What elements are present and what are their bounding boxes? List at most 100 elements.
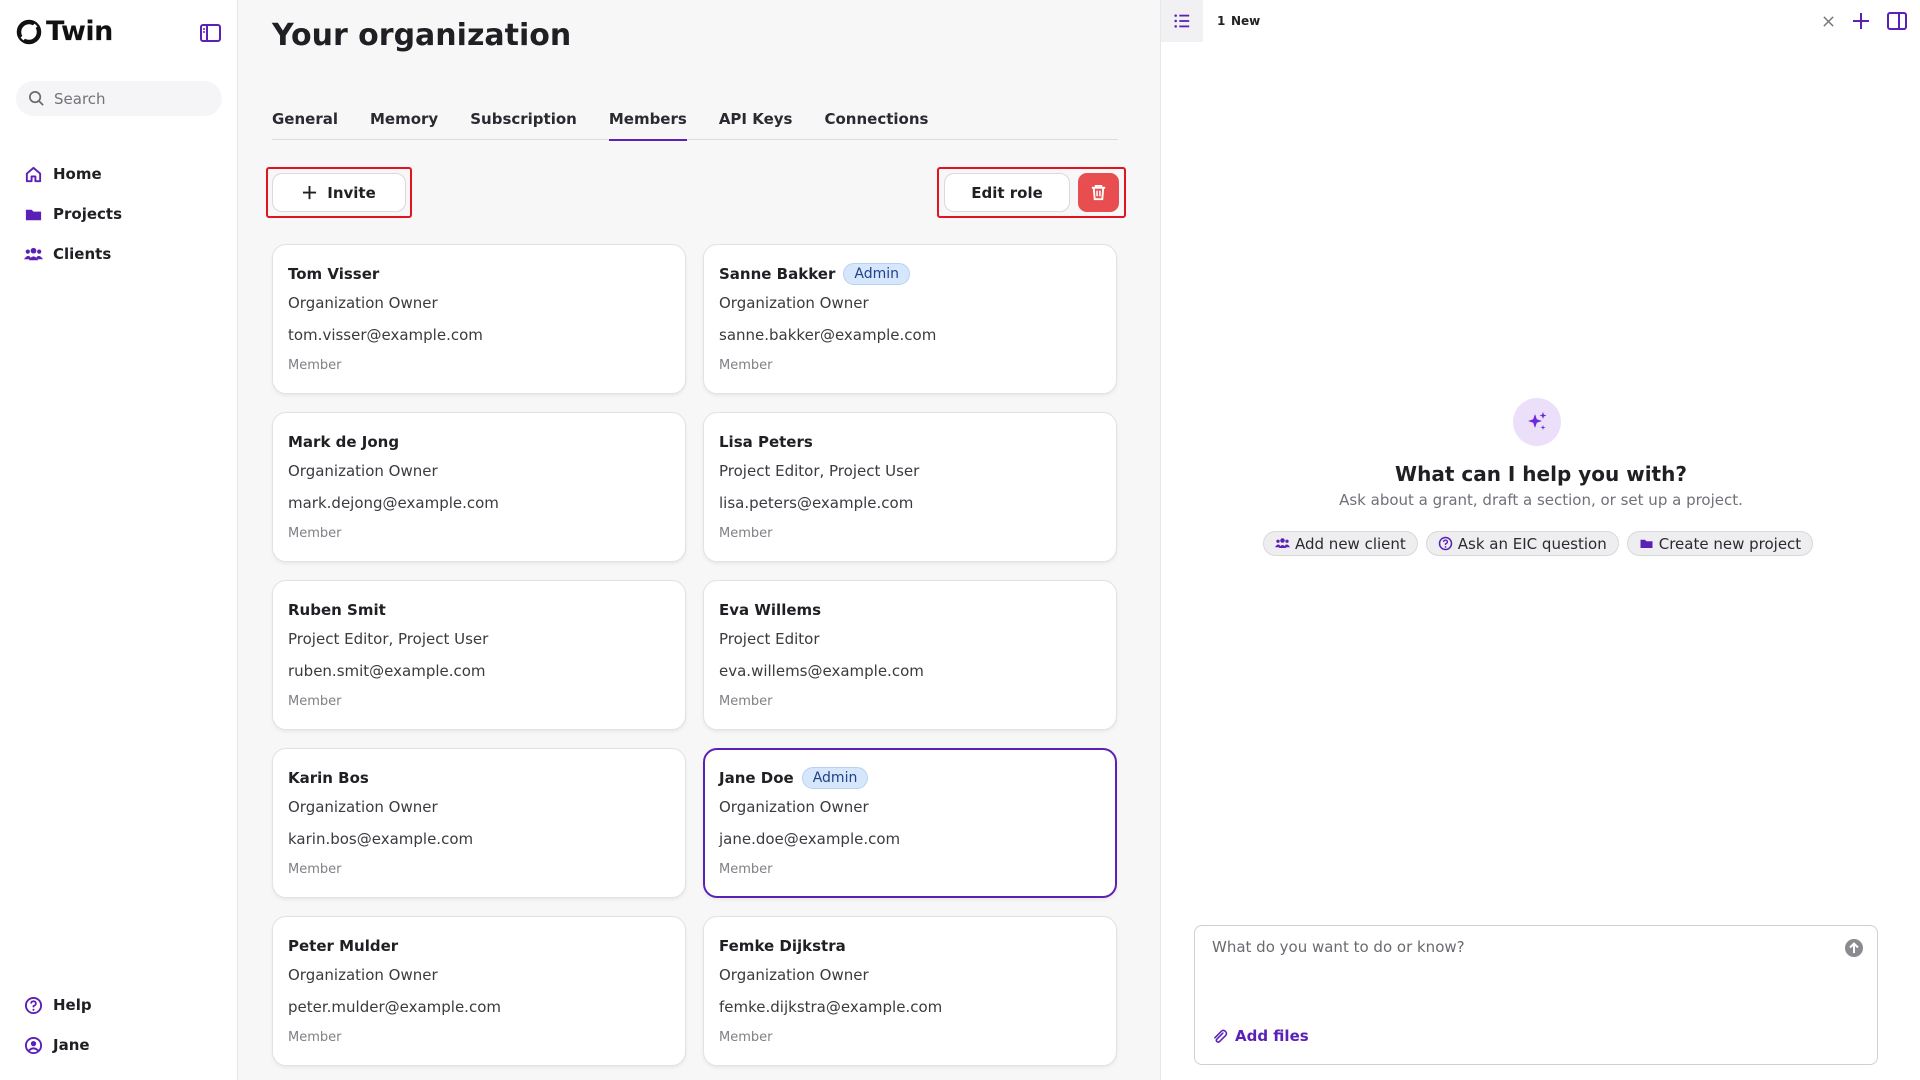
chip-create-new-project[interactable]: Create new project <box>1626 531 1814 556</box>
member-card[interactable]: Mark de Jong Organization Owner mark.dej… <box>272 412 686 562</box>
member-card-selected[interactable]: Jane Doe Admin Organization Owner jane.d… <box>703 748 1117 898</box>
sidebar-item-label: Clients <box>53 245 112 263</box>
member-type: Member <box>288 358 342 373</box>
member-type: Member <box>288 1030 342 1045</box>
users-icon <box>1275 538 1290 548</box>
member-card[interactable]: Ruben Smit Project Editor, Project User … <box>272 580 686 730</box>
sidebar-item-user[interactable]: Jane <box>24 1025 92 1065</box>
member-type: Member <box>719 694 773 709</box>
message-input[interactable] <box>1212 938 1832 998</box>
app-logo[interactable]: Twin <box>16 16 113 47</box>
tab-memory[interactable]: Memory <box>370 108 438 140</box>
delete-member-button[interactable] <box>1078 173 1119 212</box>
search-input[interactable] <box>54 89 204 108</box>
chip-label: Add new client <box>1295 534 1406 553</box>
member-card[interactable]: Femke Dijkstra Organization Owner femke.… <box>703 916 1117 1066</box>
member-email: sanne.bakker@example.com <box>719 326 937 344</box>
member-email: karin.bos@example.com <box>288 830 474 848</box>
conversation-tab-number: 1 <box>1217 14 1226 28</box>
member-card[interactable]: Tom Visser Organization Owner tom.visser… <box>272 244 686 394</box>
invite-button-label: Invite <box>327 183 376 202</box>
member-role: Project Editor, Project User <box>288 630 489 648</box>
invite-button[interactable]: Invite <box>272 173 406 212</box>
chip-add-new-client[interactable]: Add new client <box>1263 531 1418 556</box>
folder-icon <box>1640 539 1653 548</box>
sidebar-item-clients[interactable]: Clients <box>24 234 122 274</box>
member-type: Member <box>288 694 342 709</box>
app-name: Twin <box>46 16 113 47</box>
member-role: Project Editor <box>719 630 820 648</box>
assistant-avatar <box>1513 398 1561 446</box>
sidebar-item-label: Jane <box>53 1036 90 1054</box>
member-type: Member <box>288 862 342 877</box>
settings-tabs: General Memory Subscription Members API … <box>272 108 1118 141</box>
page-title: Your organization <box>272 18 572 53</box>
suggestion-chips: Add new client Ask an EIC question Creat… <box>1263 531 1814 556</box>
member-email: femke.dijkstra@example.com <box>719 998 943 1016</box>
panel-layout-icon <box>1887 12 1907 30</box>
folder-icon <box>25 209 42 220</box>
close-tab-button[interactable] <box>1818 11 1838 31</box>
edit-role-button[interactable]: Edit role <box>944 173 1070 212</box>
member-name: Tom Visser <box>288 265 380 283</box>
member-type: Member <box>719 862 773 877</box>
member-type: Member <box>719 526 773 541</box>
member-role: Organization Owner <box>719 966 869 984</box>
collapse-sidebar-button[interactable] <box>198 22 224 44</box>
member-type: Member <box>719 358 773 373</box>
tab-connections[interactable]: Connections <box>824 108 928 140</box>
member-role: Organization Owner <box>288 966 438 984</box>
chip-label: Create new project <box>1658 534 1802 553</box>
member-card[interactable]: Karin Bos Organization Owner karin.bos@e… <box>272 748 686 898</box>
member-card[interactable]: Eva Willems Project Editor eva.willems@e… <box>703 580 1117 730</box>
member-name: Peter Mulder <box>288 937 399 955</box>
sidebar-item-projects[interactable]: Projects <box>24 194 122 234</box>
conversation-tab-label[interactable]: New <box>1231 14 1260 28</box>
member-email: lisa.peters@example.com <box>719 494 914 512</box>
tab-members[interactable]: Members <box>608 108 687 141</box>
assistant-tab-bar: 1 New <box>1161 0 1920 42</box>
add-files-label: Add files <box>1235 1027 1309 1045</box>
sidebar: Twin Home Projects <box>0 0 238 1080</box>
member-email: jane.doe@example.com <box>719 830 901 848</box>
sidebar-bottom-nav: Help Jane <box>24 985 92 1065</box>
member-type: Member <box>719 1030 773 1045</box>
sidebar-nav: Home Projects Clients <box>24 154 122 274</box>
arrow-up-circle-icon <box>1845 939 1863 957</box>
member-email: tom.visser@example.com <box>288 326 483 344</box>
send-button[interactable] <box>1844 938 1864 958</box>
sparkles-icon <box>1528 412 1547 430</box>
member-card[interactable]: Lisa Peters Project Editor, Project User… <box>703 412 1117 562</box>
conversation-list-button[interactable] <box>1161 0 1203 42</box>
member-card[interactable]: Sanne Bakker Admin Organization Owner sa… <box>703 244 1117 394</box>
add-files-button[interactable]: Add files <box>1211 1027 1309 1045</box>
sidebar-item-home[interactable]: Home <box>24 154 122 194</box>
assistant-panel: 1 New What can I help you with? Ask abou… <box>1160 0 1920 1080</box>
member-email: eva.willems@example.com <box>719 662 924 680</box>
close-icon <box>1822 15 1834 27</box>
search-box[interactable] <box>16 81 222 116</box>
paperclip-icon <box>1214 1029 1228 1043</box>
member-name: Jane Doe <box>719 769 794 787</box>
tab-api-keys[interactable]: API Keys <box>719 108 793 140</box>
question-circle-icon <box>1438 536 1453 551</box>
member-role: Organization Owner <box>288 294 438 312</box>
help-circle-icon <box>24 996 43 1014</box>
member-card[interactable]: Peter Mulder Organization Owner peter.mu… <box>272 916 686 1066</box>
member-role: Project Editor, Project User <box>719 462 920 480</box>
sidebar-item-help[interactable]: Help <box>24 985 92 1025</box>
tab-subscription[interactable]: Subscription <box>470 108 577 140</box>
member-name: Femke Dijkstra <box>719 937 846 955</box>
sidebar-item-label: Help <box>53 996 92 1014</box>
toggle-panel-button[interactable] <box>1887 11 1907 31</box>
chip-ask-eic-question[interactable]: Ask an EIC question <box>1425 531 1619 556</box>
trash-icon <box>1091 184 1106 201</box>
new-conversation-button[interactable] <box>1851 11 1871 31</box>
tab-general[interactable]: General <box>272 108 338 140</box>
home-icon <box>25 166 42 182</box>
member-name: Lisa Peters <box>719 433 813 451</box>
plus-icon <box>1853 13 1869 29</box>
list-icon <box>1174 14 1190 28</box>
member-role: Organization Owner <box>719 294 869 312</box>
twin-logo-icon <box>16 19 42 44</box>
